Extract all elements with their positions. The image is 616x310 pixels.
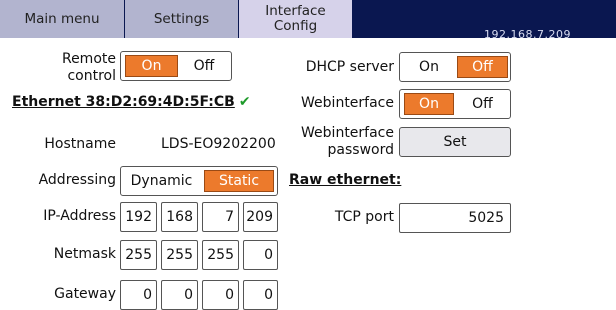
addressing-label: Addressing: [38, 172, 116, 188]
remote-control-toggle: On Off: [120, 51, 232, 81]
tab-interface-config[interactable]: Interface Config: [239, 0, 353, 38]
hostname-label: Hostname: [44, 136, 116, 152]
gateway-octet-4-field[interactable]: 0: [243, 280, 278, 310]
set-password-button[interactable]: Set: [399, 127, 511, 157]
tcp-port-label: TCP port: [334, 209, 394, 225]
ethernet-heading-text: Ethernet 38:D2:69:4D:5F:CB: [12, 94, 235, 110]
webinterface-password-label: Webinterface password: [301, 125, 394, 158]
ip-address-display: 192.168.7.209: [484, 28, 571, 41]
raw-ethernet-heading: Raw ethernet:: [289, 172, 402, 188]
addressing-toggle: Dynamic Static: [120, 166, 278, 196]
tab-main-menu[interactable]: Main menu: [0, 0, 125, 38]
ip-octet-3-field[interactable]: 7: [202, 202, 239, 232]
dhcp-server-on-option[interactable]: On: [404, 56, 454, 78]
netmask-octet-1-field[interactable]: 255: [120, 240, 157, 270]
remote-control-on-option[interactable]: On: [125, 55, 178, 77]
ip-address-label: IP-Address: [43, 208, 116, 224]
remote-control-label: Remote control: [61, 51, 116, 84]
gateway-octet-1-field[interactable]: 0: [120, 280, 157, 310]
netmask-octet-2-field[interactable]: 255: [161, 240, 198, 270]
webinterface-label: Webinterface: [301, 95, 394, 111]
gateway-octet-3-field[interactable]: 0: [202, 280, 239, 310]
check-icon: ✔: [238, 94, 251, 110]
netmask-octet-3-field[interactable]: 255: [202, 240, 239, 270]
ip-octet-1-field[interactable]: 192: [120, 202, 157, 232]
gateway-octet-2-field[interactable]: 0: [161, 280, 198, 310]
addressing-dynamic-option[interactable]: Dynamic: [125, 170, 198, 192]
netmask-label: Netmask: [53, 246, 116, 262]
ip-octet-4-field[interactable]: 209: [243, 202, 278, 232]
tcp-port-field[interactable]: 5025: [399, 203, 511, 233]
tab-settings-label: Settings: [153, 10, 210, 27]
netmask-octet-4-field[interactable]: 0: [243, 240, 278, 270]
webinterface-off-option[interactable]: Off: [457, 93, 508, 115]
ip-octet-2-field[interactable]: 168: [161, 202, 198, 232]
addressing-static-option[interactable]: Static: [204, 170, 274, 192]
tab-main-menu-label: Main menu: [24, 10, 100, 27]
dhcp-server-label: DHCP server: [305, 59, 394, 75]
tab-settings[interactable]: Settings: [125, 0, 239, 38]
ethernet-heading: Ethernet 38:D2:69:4D:5F:CB ✔: [12, 94, 251, 110]
gateway-label: Gateway: [54, 286, 116, 302]
tab-interface-config-label: Interface Config: [265, 3, 326, 34]
dhcp-server-off-option[interactable]: Off: [457, 56, 508, 78]
remote-control-off-option[interactable]: Off: [180, 55, 228, 77]
webinterface-toggle: On Off: [399, 89, 511, 119]
hostname-value: LDS-EO9202200: [161, 136, 276, 152]
dhcp-server-toggle: On Off: [399, 52, 511, 82]
webinterface-on-option[interactable]: On: [404, 93, 454, 115]
